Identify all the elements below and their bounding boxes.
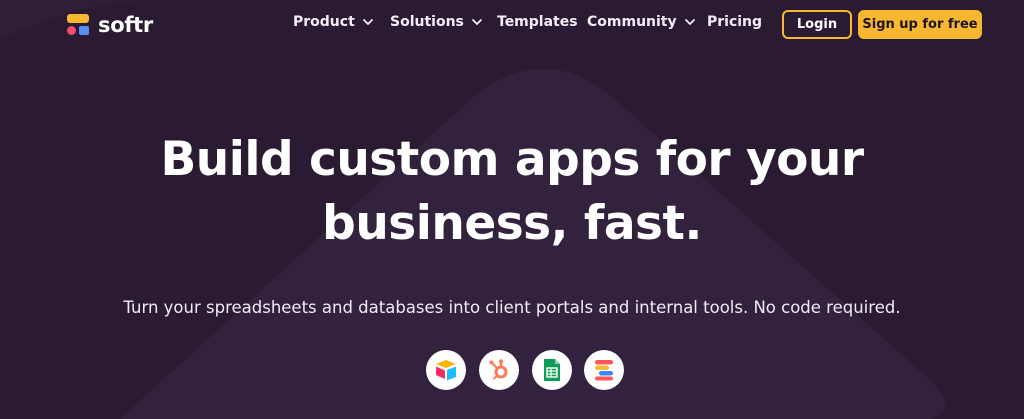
hero-title: Build custom apps for your business, fas… [112,128,912,256]
hero-subtitle: Turn your spreadsheets and databases int… [123,298,901,317]
nav-item-product[interactable]: Product [293,14,374,30]
integration-icons [0,350,1024,390]
airtable-icon[interactable] [426,350,466,390]
signup-button[interactable]: Sign up for free [858,10,982,39]
chevron-down-icon [684,16,696,28]
nav-item-community[interactable]: Community [587,14,696,30]
nav-item-label: Pricing [707,14,763,30]
google-sheets-icon[interactable] [532,350,572,390]
chevron-down-icon [362,16,374,28]
softr-logo-icon [66,12,92,38]
nav-item-label: Community [587,14,677,30]
hero-title-line-2: business, fast. [322,196,702,251]
nav-item-label: Solutions [390,14,464,30]
page: softr Product Solutions Templates Commun… [0,0,1024,419]
nav-item-label: Templates [497,14,578,30]
nav-item-label: Product [293,14,355,30]
login-button[interactable]: Login [782,10,852,39]
nav-item-solutions[interactable]: Solutions [390,14,483,30]
hubspot-icon[interactable] [479,350,519,390]
chevron-down-icon [471,16,483,28]
nav-item-templates[interactable]: Templates [497,14,578,30]
nav-item-pricing[interactable]: Pricing [707,14,762,30]
hero-title-line-1: Build custom apps for your [160,132,864,187]
top-navigation: softr Product Solutions Templates Commun… [0,0,1024,48]
logo-text: softr [98,13,153,37]
smartsuite-icon[interactable] [584,350,624,390]
softr-logo[interactable]: softr [66,11,153,39]
